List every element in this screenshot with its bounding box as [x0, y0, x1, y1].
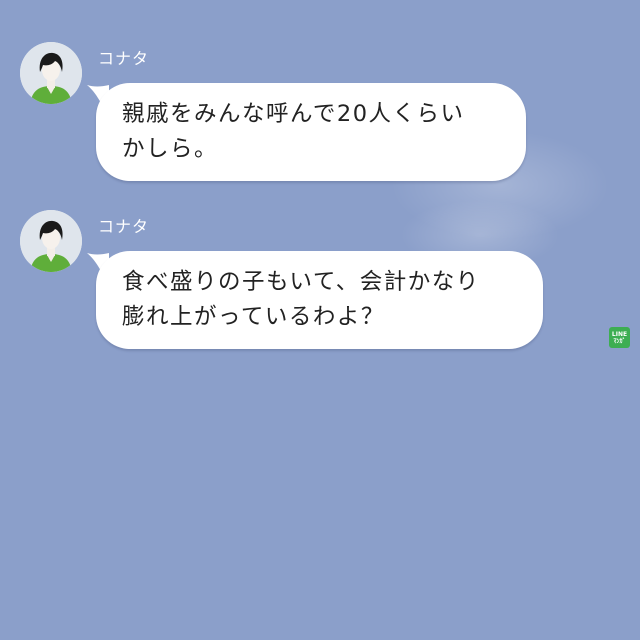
message-bubble[interactable]: 親戚をみんな呼んで20人くらい かしら。 — [96, 83, 526, 181]
line-manga-badge: LINE ﾏﾝｶﾞ — [609, 327, 630, 348]
message-text: 膨れ上がっているわよ？ — [122, 304, 385, 330]
avatar[interactable] — [20, 42, 82, 104]
person-avatar-icon — [20, 42, 82, 104]
badge-line2: ﾏﾝｶﾞ — [613, 337, 626, 345]
message-bubble[interactable]: 食べ盛りの子もいて、会計かなり 膨れ上がっているわよ？ — [96, 251, 543, 349]
message-text: かしら。 — [122, 136, 219, 162]
avatar[interactable] — [20, 210, 82, 272]
person-avatar-icon — [20, 210, 82, 272]
message-text: 食べ盛りの子もいて、会計かなり — [122, 269, 480, 295]
badge-line1: LINE — [611, 330, 628, 338]
sender-name: コナタ — [98, 49, 150, 68]
message-text: 親戚をみんな呼んで20人くらい — [122, 101, 465, 127]
sender-name: コナタ — [98, 217, 150, 236]
